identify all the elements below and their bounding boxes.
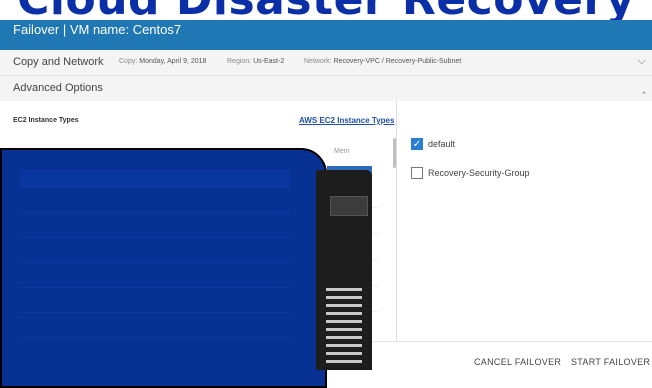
region-key: Region: — [227, 58, 252, 65]
region-meta: Region: Us-East-2 — [227, 58, 284, 65]
cancel-failover-button[interactable]: CANCEL FAILOVER — [474, 357, 561, 367]
checkbox-recovery-security-group[interactable] — [411, 167, 423, 179]
start-failover-button[interactable]: START FAILOVER — [571, 357, 650, 367]
divider — [20, 337, 290, 338]
device-grill — [326, 320, 362, 323]
device-grill — [326, 288, 362, 291]
divider — [20, 312, 290, 313]
server-device-image — [316, 170, 372, 370]
checkbox-default[interactable]: ✓ — [411, 138, 423, 150]
copy-meta: Copy: Monday, April 9, 2018 — [119, 58, 206, 65]
chevron-up-icon[interactable]: ‸ — [642, 81, 646, 94]
device-grill — [326, 304, 362, 307]
security-groups-panel: ✓ default Recovery-Security-Group — [397, 101, 652, 341]
copy-network-section[interactable]: Copy and Network Copy: Monday, April 9, … — [0, 50, 652, 76]
overlay-panel — [0, 148, 327, 388]
checkbox-default-label: default — [428, 139, 456, 149]
overlay-header-bar — [20, 170, 290, 188]
advanced-options-label: Advanced Options — [13, 82, 103, 94]
aws-ec2-link[interactable]: AWS EC2 Instance Types — [299, 116, 394, 125]
device-drive-slot — [330, 196, 368, 216]
column-header-mem: Mem — [334, 148, 350, 155]
device-grill — [326, 336, 362, 339]
network-value: Recovery-VPC / Recovery-Public-Subnet — [333, 58, 462, 65]
banner-title: Cloud Disaster Recovery — [0, 0, 652, 20]
banner: Cloud Disaster Recovery — [0, 0, 652, 20]
divider — [20, 287, 290, 288]
device-grill — [326, 312, 362, 315]
copy-value: Monday, April 9, 2018 — [139, 58, 207, 65]
network-key: Network: — [304, 58, 332, 65]
dialog-title: Failover | VM name: Centos7 — [13, 22, 182, 37]
advanced-options-section[interactable]: Advanced Options ‸ — [0, 76, 652, 102]
divider — [20, 262, 290, 263]
network-meta: Network: Recovery-VPC / Recovery-Public-… — [304, 58, 461, 65]
device-grill — [326, 344, 362, 347]
device-grill — [326, 352, 362, 355]
checkbox-recovery-label: Recovery-Security-Group — [428, 168, 530, 178]
dialog-header: Failover | VM name: Centos7 — [0, 20, 652, 50]
device-grill — [326, 328, 362, 331]
divider — [20, 212, 290, 213]
device-grill — [326, 296, 362, 299]
region-value: Us-East-2 — [253, 58, 285, 65]
chevron-down-icon[interactable]: ⌵ — [638, 55, 646, 68]
ec2-title: EC2 Instance Types — [13, 117, 79, 124]
device-grill — [326, 360, 362, 363]
copy-network-label: Copy and Network — [13, 56, 104, 68]
copy-key: Copy: — [119, 58, 138, 65]
scrollbar-thumb[interactable] — [393, 138, 396, 168]
divider — [20, 237, 290, 238]
